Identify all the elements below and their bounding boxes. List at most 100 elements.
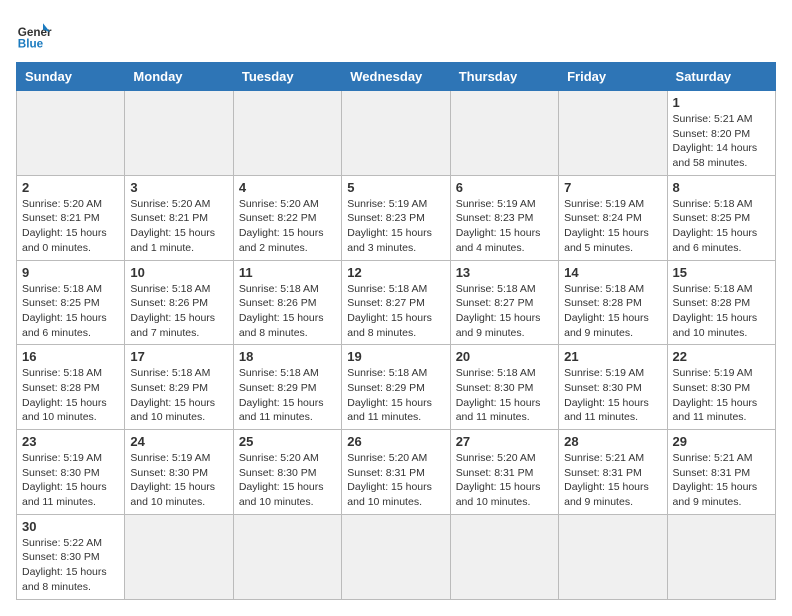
day-info: Sunrise: 5:18 AM Sunset: 8:26 PM Dayligh…	[130, 282, 227, 341]
day-info: Sunrise: 5:19 AM Sunset: 8:24 PM Dayligh…	[564, 197, 661, 256]
weekday-header: Tuesday	[233, 63, 341, 91]
day-info: Sunrise: 5:21 AM Sunset: 8:20 PM Dayligh…	[673, 112, 770, 171]
calendar-cell: 18Sunrise: 5:18 AM Sunset: 8:29 PM Dayli…	[233, 345, 341, 430]
day-number: 9	[22, 265, 119, 280]
day-info: Sunrise: 5:20 AM Sunset: 8:31 PM Dayligh…	[456, 451, 553, 510]
page-header: General Blue	[16, 16, 776, 52]
day-number: 10	[130, 265, 227, 280]
day-info: Sunrise: 5:19 AM Sunset: 8:23 PM Dayligh…	[456, 197, 553, 256]
day-info: Sunrise: 5:20 AM Sunset: 8:21 PM Dayligh…	[130, 197, 227, 256]
calendar-cell: 6 Sunrise: 5:19 AM Sunset: 8:23 PM Daylig…	[450, 175, 558, 260]
day-number: 2	[22, 180, 119, 195]
calendar-cell	[233, 514, 341, 599]
day-number: 20	[456, 349, 553, 364]
calendar-cell	[125, 91, 233, 176]
day-number: 3	[130, 180, 227, 195]
logo: General Blue	[16, 16, 52, 52]
day-number: 27	[456, 434, 553, 449]
logo-icon: General Blue	[16, 16, 52, 52]
calendar-cell: 29 Sunrise: 5:21 AM Sunset: 8:31 PM Dayli…	[667, 430, 775, 515]
day-number: 26	[347, 434, 444, 449]
calendar-cell: 25Sunrise: 5:20 AM Sunset: 8:30 PM Dayli…	[233, 430, 341, 515]
day-info: Sunrise: 5:18 AM Sunset: 8:28 PM Dayligh…	[564, 282, 661, 341]
day-info: Sunrise: 5:19 AM Sunset: 8:30 PM Dayligh…	[564, 366, 661, 425]
calendar-cell: 2 Sunrise: 5:20 AM Sunset: 8:21 PM Daylig…	[17, 175, 125, 260]
day-info: Sunrise: 5:19 AM Sunset: 8:23 PM Dayligh…	[347, 197, 444, 256]
calendar-cell	[233, 91, 341, 176]
calendar-cell: 16 Sunrise: 5:18 AM Sunset: 8:28 PM Dayli…	[17, 345, 125, 430]
weekday-header: Saturday	[667, 63, 775, 91]
day-info: Sunrise: 5:18 AM Sunset: 8:27 PM Dayligh…	[347, 282, 444, 341]
day-number: 4	[239, 180, 336, 195]
weekday-header: Friday	[559, 63, 667, 91]
calendar-table: SundayMondayTuesdayWednesdayThursdayFrid…	[16, 62, 776, 600]
calendar-cell: 13 Sunrise: 5:18 AM Sunset: 8:27 PM Dayli…	[450, 260, 558, 345]
day-info: Sunrise: 5:21 AM Sunset: 8:31 PM Dayligh…	[564, 451, 661, 510]
day-info: Sunrise: 5:19 AM Sunset: 8:30 PM Dayligh…	[22, 451, 119, 510]
calendar-cell: 17 Sunrise: 5:18 AM Sunset: 8:29 PM Dayli…	[125, 345, 233, 430]
day-number: 21	[564, 349, 661, 364]
calendar-cell: 23 Sunrise: 5:19 AM Sunset: 8:30 PM Dayli…	[17, 430, 125, 515]
day-info: Sunrise: 5:18 AM Sunset: 8:27 PM Dayligh…	[456, 282, 553, 341]
day-number: 23	[22, 434, 119, 449]
day-number: 14	[564, 265, 661, 280]
day-number: 19	[347, 349, 444, 364]
calendar-cell: 11Sunrise: 5:18 AM Sunset: 8:26 PM Dayli…	[233, 260, 341, 345]
weekday-header: Wednesday	[342, 63, 450, 91]
calendar-week-row: 9Sunrise: 5:18 AM Sunset: 8:25 PM Daylig…	[17, 260, 776, 345]
day-info: Sunrise: 5:18 AM Sunset: 8:25 PM Dayligh…	[673, 197, 770, 256]
day-number: 15	[673, 265, 770, 280]
calendar-cell: 19 Sunrise: 5:18 AM Sunset: 8:29 PM Dayli…	[342, 345, 450, 430]
calendar-week-row: 1Sunrise: 5:21 AM Sunset: 8:20 PM Daylig…	[17, 91, 776, 176]
day-number: 8	[673, 180, 770, 195]
day-info: Sunrise: 5:20 AM Sunset: 8:21 PM Dayligh…	[22, 197, 119, 256]
calendar-cell: 27 Sunrise: 5:20 AM Sunset: 8:31 PM Dayli…	[450, 430, 558, 515]
calendar-cell: 1Sunrise: 5:21 AM Sunset: 8:20 PM Daylig…	[667, 91, 775, 176]
day-info: Sunrise: 5:18 AM Sunset: 8:29 PM Dayligh…	[347, 366, 444, 425]
calendar-cell	[342, 91, 450, 176]
calendar-cell: 7Sunrise: 5:19 AM Sunset: 8:24 PM Daylig…	[559, 175, 667, 260]
calendar-week-row: 16 Sunrise: 5:18 AM Sunset: 8:28 PM Dayli…	[17, 345, 776, 430]
calendar-cell: 8 Sunrise: 5:18 AM Sunset: 8:25 PM Daylig…	[667, 175, 775, 260]
calendar-week-row: 23 Sunrise: 5:19 AM Sunset: 8:30 PM Dayli…	[17, 430, 776, 515]
weekday-header: Sunday	[17, 63, 125, 91]
day-number: 12	[347, 265, 444, 280]
calendar-cell	[667, 514, 775, 599]
day-info: Sunrise: 5:18 AM Sunset: 8:28 PM Dayligh…	[22, 366, 119, 425]
day-info: Sunrise: 5:20 AM Sunset: 8:30 PM Dayligh…	[239, 451, 336, 510]
calendar-cell: 20 Sunrise: 5:18 AM Sunset: 8:30 PM Dayli…	[450, 345, 558, 430]
day-number: 16	[22, 349, 119, 364]
day-number: 18	[239, 349, 336, 364]
day-info: Sunrise: 5:19 AM Sunset: 8:30 PM Dayligh…	[130, 451, 227, 510]
day-number: 28	[564, 434, 661, 449]
calendar-week-row: 2 Sunrise: 5:20 AM Sunset: 8:21 PM Daylig…	[17, 175, 776, 260]
calendar-cell: 12 Sunrise: 5:18 AM Sunset: 8:27 PM Dayli…	[342, 260, 450, 345]
day-number: 5	[347, 180, 444, 195]
calendar-cell: 5 Sunrise: 5:19 AM Sunset: 8:23 PM Daylig…	[342, 175, 450, 260]
calendar-cell: 10 Sunrise: 5:18 AM Sunset: 8:26 PM Dayli…	[125, 260, 233, 345]
calendar-cell: 30Sunrise: 5:22 AM Sunset: 8:30 PM Dayli…	[17, 514, 125, 599]
calendar-cell	[342, 514, 450, 599]
calendar-cell: 26 Sunrise: 5:20 AM Sunset: 8:31 PM Dayli…	[342, 430, 450, 515]
calendar-cell	[17, 91, 125, 176]
calendar-cell: 14 Sunrise: 5:18 AM Sunset: 8:28 PM Dayli…	[559, 260, 667, 345]
day-number: 24	[130, 434, 227, 449]
day-number: 13	[456, 265, 553, 280]
day-info: Sunrise: 5:20 AM Sunset: 8:22 PM Dayligh…	[239, 197, 336, 256]
day-number: 6	[456, 180, 553, 195]
day-number: 11	[239, 265, 336, 280]
calendar-cell: 22Sunrise: 5:19 AM Sunset: 8:30 PM Dayli…	[667, 345, 775, 430]
day-info: Sunrise: 5:19 AM Sunset: 8:30 PM Dayligh…	[673, 366, 770, 425]
day-number: 17	[130, 349, 227, 364]
calendar-cell: 21 Sunrise: 5:19 AM Sunset: 8:30 PM Dayli…	[559, 345, 667, 430]
calendar-cell: 15 Sunrise: 5:18 AM Sunset: 8:28 PM Dayli…	[667, 260, 775, 345]
day-info: Sunrise: 5:18 AM Sunset: 8:28 PM Dayligh…	[673, 282, 770, 341]
day-number: 29	[673, 434, 770, 449]
day-info: Sunrise: 5:21 AM Sunset: 8:31 PM Dayligh…	[673, 451, 770, 510]
calendar-cell	[559, 514, 667, 599]
calendar-header-row: SundayMondayTuesdayWednesdayThursdayFrid…	[17, 63, 776, 91]
calendar-cell: 3 Sunrise: 5:20 AM Sunset: 8:21 PM Daylig…	[125, 175, 233, 260]
day-info: Sunrise: 5:20 AM Sunset: 8:31 PM Dayligh…	[347, 451, 444, 510]
day-info: Sunrise: 5:18 AM Sunset: 8:30 PM Dayligh…	[456, 366, 553, 425]
day-info: Sunrise: 5:18 AM Sunset: 8:29 PM Dayligh…	[130, 366, 227, 425]
